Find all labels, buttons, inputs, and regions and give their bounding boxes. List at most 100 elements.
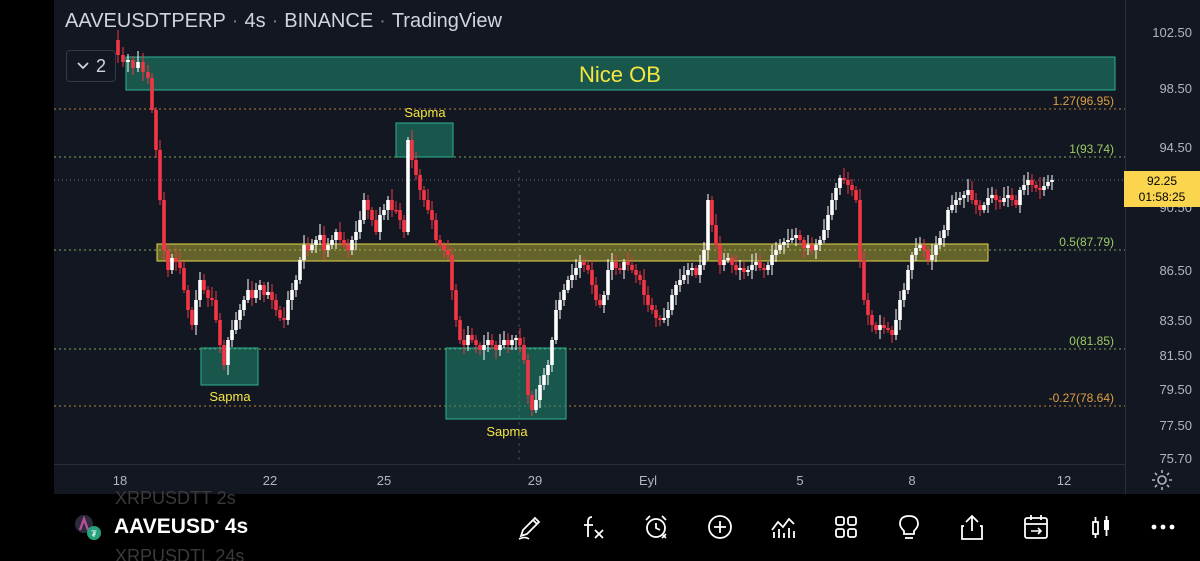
candle-body xyxy=(141,62,145,72)
candle-body xyxy=(522,345,526,360)
candle-body xyxy=(150,78,154,110)
lightbulb-icon[interactable] xyxy=(894,512,924,542)
candle-body xyxy=(886,328,890,330)
candle-body xyxy=(318,235,322,240)
candle-body xyxy=(282,318,286,320)
price-tick-label: 86.50 xyxy=(1159,263,1192,278)
candle-body xyxy=(494,345,498,350)
symbol-selector[interactable]: ₮ AAVEUSD• 4s xyxy=(72,511,248,543)
candle-body xyxy=(986,198,990,205)
chart-canvas[interactable]: 1.27(96.95) 1(93.74) 0.5(87.79) 0(81.85) -0.… xyxy=(54,0,1125,464)
candle-icon[interactable] xyxy=(1086,512,1116,542)
candle-body xyxy=(546,365,550,375)
ghost-symbol-below: XRPUSDTL 24s xyxy=(115,546,245,561)
candle-body xyxy=(962,195,966,198)
candle-body xyxy=(998,200,1002,202)
fib-level-label: 1.27(96.95) xyxy=(1053,94,1114,108)
bottom-symbol: AAVEUSD• 4s xyxy=(114,515,249,538)
separator: · xyxy=(379,10,386,32)
plus-icon[interactable] xyxy=(705,512,735,542)
candle-body xyxy=(298,260,302,280)
candle-body xyxy=(702,250,706,265)
candle-body xyxy=(398,210,402,220)
candle-body xyxy=(250,290,254,298)
candle-body xyxy=(662,318,666,320)
candle-body xyxy=(714,225,718,245)
candle-body xyxy=(558,300,562,310)
price-axis[interactable]: 102.50 98.50 94.50 90.50 86.50 83.50 81.50 79.5… xyxy=(1125,0,1200,494)
candle-body xyxy=(790,238,794,240)
candle-body xyxy=(402,220,406,232)
time-tick-label: 25 xyxy=(376,473,392,488)
candle-body xyxy=(834,188,838,200)
candle-body xyxy=(1026,180,1030,185)
candle-body xyxy=(506,340,510,345)
candle-body xyxy=(194,300,198,325)
candle-body xyxy=(646,295,650,305)
candle-body xyxy=(954,200,958,205)
price-tick-label: 77.50 xyxy=(1159,418,1192,433)
candle-body xyxy=(582,262,586,265)
candle-body xyxy=(414,160,418,175)
candle-body xyxy=(254,290,258,298)
candle-body xyxy=(418,175,422,190)
price-tick-label: 81.50 xyxy=(1159,348,1192,363)
candle-body xyxy=(902,290,906,300)
candle-body xyxy=(1050,180,1054,182)
candle-body xyxy=(274,300,278,310)
candle-body xyxy=(562,290,566,300)
candle-body xyxy=(838,178,842,188)
candle-body xyxy=(710,200,714,225)
candle-body xyxy=(926,250,930,260)
candle-body xyxy=(294,280,298,290)
candle-body xyxy=(146,72,150,78)
candle-body xyxy=(358,220,362,232)
exchange: BINANCE xyxy=(284,10,374,32)
layout-grid-icon[interactable] xyxy=(831,512,861,542)
candle-body xyxy=(658,318,662,320)
candle-body xyxy=(154,110,158,150)
aave-logo-icon: ₮ xyxy=(75,515,101,540)
candle-body xyxy=(674,285,678,295)
candle-body xyxy=(1002,198,1006,202)
candle-body xyxy=(186,290,190,310)
candle-body xyxy=(914,248,918,255)
candle-body xyxy=(514,338,518,340)
candle-body xyxy=(238,310,242,320)
candle-body xyxy=(934,245,938,255)
candle-body xyxy=(726,258,730,260)
alarm-icon[interactable] xyxy=(641,512,671,542)
candle-body xyxy=(346,245,350,250)
candle-body xyxy=(246,290,250,300)
gear-icon[interactable] xyxy=(1150,468,1174,492)
candle-body xyxy=(878,325,882,330)
candle-body xyxy=(650,305,654,310)
candle-body xyxy=(782,242,786,245)
left-margin xyxy=(0,0,54,494)
candle-body xyxy=(458,320,462,340)
separator: · xyxy=(271,10,279,32)
more-icon[interactable] xyxy=(1148,512,1178,542)
candle-body xyxy=(678,280,682,285)
candle-body xyxy=(750,265,754,270)
candle-body xyxy=(486,340,490,345)
price-tick-label: 79.50 xyxy=(1159,382,1192,397)
share-icon[interactable] xyxy=(957,512,987,542)
fx-icon[interactable] xyxy=(578,512,608,542)
candle-body xyxy=(1018,190,1022,205)
candle-body xyxy=(374,220,378,232)
candle-body xyxy=(542,375,546,385)
candle-body xyxy=(822,230,826,240)
candle-body xyxy=(1030,180,1034,185)
indicators-icon[interactable] xyxy=(768,512,798,542)
candle-body xyxy=(334,232,338,240)
candle-body xyxy=(462,340,466,345)
candle-body xyxy=(706,200,710,250)
calendar-icon[interactable] xyxy=(1021,512,1051,542)
candle-body xyxy=(342,240,346,245)
pen-icon[interactable] xyxy=(515,512,545,542)
candle-body xyxy=(518,338,522,345)
candle-body xyxy=(734,265,738,270)
candle-body xyxy=(982,205,986,210)
legend-toggle-button[interactable]: 2 xyxy=(66,50,116,82)
